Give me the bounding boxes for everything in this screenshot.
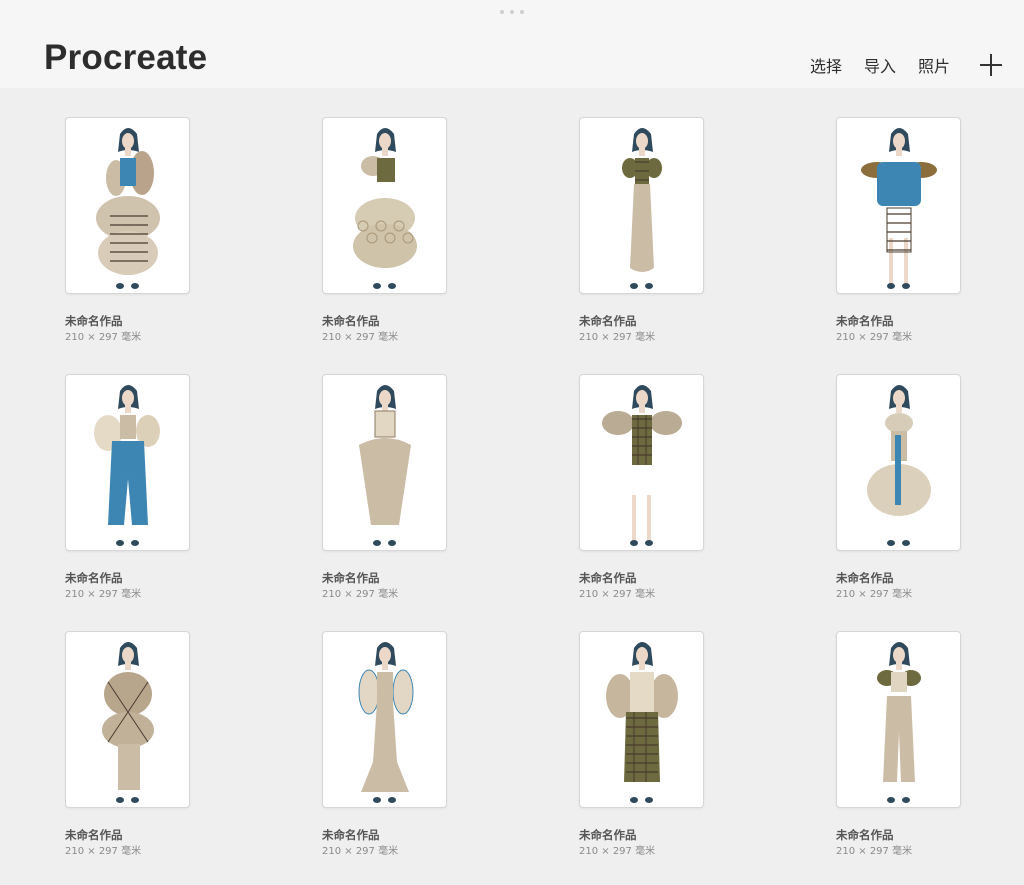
fashion-illustration [877, 642, 921, 803]
artwork-title: 未命名作品 [579, 828, 637, 842]
fashion-illustration [602, 385, 682, 546]
fashion-illustration [94, 385, 160, 546]
artwork-size: 210 × 297 毫米 [65, 332, 142, 343]
artwork-size: 210 × 297 毫米 [579, 846, 656, 857]
artwork-item[interactable]: 未命名作品 210 × 297 毫米 [65, 631, 225, 871]
artwork-size: 210 × 297 毫米 [322, 589, 399, 600]
fashion-illustration [358, 642, 414, 803]
top-bar: Procreate 选择 导入 照片 [0, 0, 1024, 88]
artwork-item[interactable]: 未命名作品 210 × 297 毫米 [836, 374, 996, 614]
artwork-title: 未命名作品 [322, 828, 380, 842]
artwork-title: 未命名作品 [836, 314, 894, 328]
fashion-illustration [867, 385, 931, 546]
artwork-title: 未命名作品 [65, 314, 123, 328]
fashion-illustration [96, 128, 160, 289]
artwork-thumbnail[interactable] [579, 374, 704, 551]
fashion-illustration [861, 128, 937, 289]
artwork-title: 未命名作品 [65, 828, 123, 842]
artwork-size: 210 × 297 毫米 [322, 332, 399, 343]
photo-button[interactable]: 照片 [918, 53, 950, 77]
gallery-toolbar: 选择 导入 照片 [788, 50, 1002, 80]
fashion-illustration [622, 128, 662, 289]
import-button[interactable]: 导入 [864, 53, 896, 77]
fashion-illustration [102, 642, 154, 803]
artwork-title: 未命名作品 [65, 571, 123, 585]
artwork-size: 210 × 297 毫米 [836, 589, 913, 600]
artwork-item[interactable]: 未命名作品 210 × 297 毫米 [65, 117, 225, 357]
artwork-thumbnail[interactable] [836, 374, 961, 551]
artwork-thumbnail[interactable] [579, 117, 704, 294]
artwork-thumbnail[interactable] [65, 117, 190, 294]
artwork-size: 210 × 297 毫米 [836, 846, 913, 857]
artwork-title: 未命名作品 [579, 571, 637, 585]
artwork-size: 210 × 297 毫米 [579, 332, 656, 343]
artwork-item[interactable]: 未命名作品 210 × 297 毫米 [322, 374, 482, 614]
artwork-thumbnail[interactable] [836, 631, 961, 808]
artwork-size: 210 × 297 毫米 [836, 332, 913, 343]
artwork-gallery: 未命名作品 210 × 297 毫米 未命名作品 210 × 297 毫米 未命… [0, 88, 1024, 885]
artwork-title: 未命名作品 [322, 571, 380, 585]
fashion-illustration [359, 385, 411, 546]
artwork-item[interactable]: 未命名作品 210 × 297 毫米 [579, 374, 739, 614]
plus-icon[interactable] [980, 54, 1002, 76]
artwork-thumbnail[interactable] [322, 117, 447, 294]
select-button[interactable]: 选择 [810, 53, 842, 77]
artwork-size: 210 × 297 毫米 [65, 589, 142, 600]
app-title: Procreate [44, 38, 208, 77]
artwork-title: 未命名作品 [836, 828, 894, 842]
artwork-title: 未命名作品 [836, 571, 894, 585]
fashion-illustration [353, 128, 417, 289]
artwork-item[interactable]: 未命名作品 210 × 297 毫米 [322, 631, 482, 871]
artwork-item[interactable]: 未命名作品 210 × 297 毫米 [65, 374, 225, 614]
artwork-size: 210 × 297 毫米 [579, 589, 656, 600]
artwork-item[interactable]: 未命名作品 210 × 297 毫米 [579, 631, 739, 871]
artwork-title: 未命名作品 [322, 314, 380, 328]
artwork-thumbnail[interactable] [322, 631, 447, 808]
artwork-thumbnail[interactable] [836, 117, 961, 294]
artwork-title: 未命名作品 [579, 314, 637, 328]
artwork-item[interactable]: 未命名作品 210 × 297 毫米 [836, 631, 996, 871]
artwork-item[interactable]: 未命名作品 210 × 297 毫米 [322, 117, 482, 357]
fashion-illustration [606, 642, 678, 803]
artwork-size: 210 × 297 毫米 [322, 846, 399, 857]
artwork-item[interactable]: 未命名作品 210 × 297 毫米 [579, 117, 739, 357]
artwork-thumbnail[interactable] [65, 631, 190, 808]
artwork-thumbnail[interactable] [579, 631, 704, 808]
artwork-item[interactable]: 未命名作品 210 × 297 毫米 [836, 117, 996, 357]
artwork-size: 210 × 297 毫米 [65, 846, 142, 857]
artwork-thumbnail[interactable] [65, 374, 190, 551]
multitasking-grabber[interactable] [500, 10, 524, 14]
artwork-thumbnail[interactable] [322, 374, 447, 551]
